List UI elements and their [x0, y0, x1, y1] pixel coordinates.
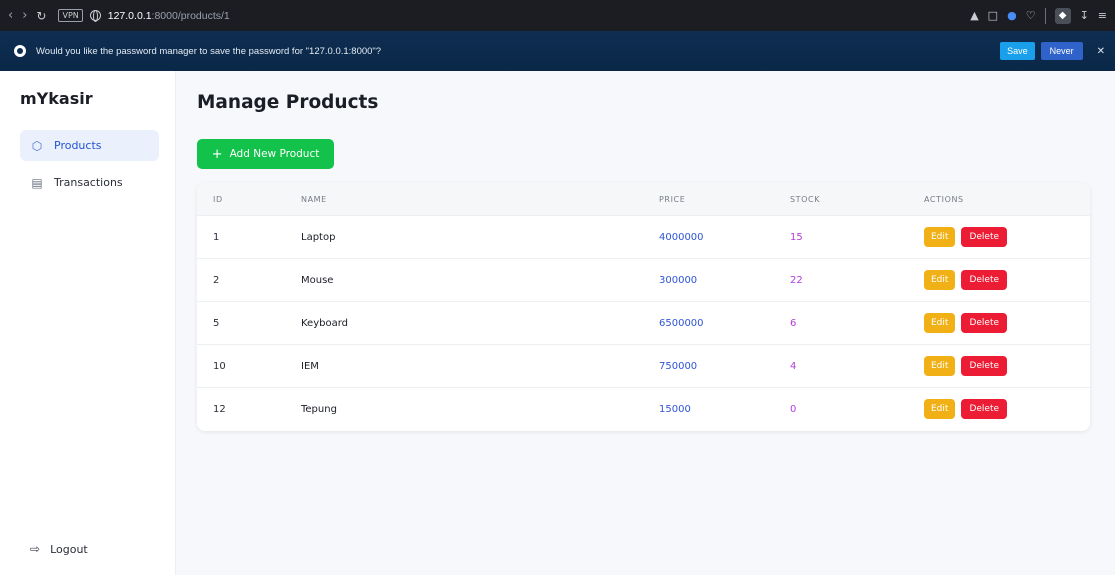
edit-button[interactable]: Edit — [924, 313, 956, 333]
edit-button[interactable]: Edit — [924, 356, 956, 376]
column-header-actions: ACTIONS — [924, 194, 964, 204]
add-product-label: Add New Product — [229, 148, 320, 160]
plus-icon: + — [211, 146, 223, 162]
password-prompt-actions: Save Never ✕ — [1000, 42, 1105, 60]
delete-button[interactable]: Delete — [961, 270, 1008, 290]
table-header: ID NAME PRICE STOCK ACTIONS — [197, 183, 1090, 215]
table-row: 2 Mouse 300000 22 Edit Delete — [197, 258, 1090, 301]
edit-button[interactable]: Edit — [924, 270, 956, 290]
receipt-icon: ▤ — [31, 175, 43, 190]
toolbar-divider — [1044, 7, 1046, 24]
cell-stock: 4 — [790, 360, 797, 372]
sidebar-item-label: Products — [54, 139, 102, 152]
url-host: 127.0.0.1 — [107, 9, 152, 22]
cell-stock: 15 — [790, 231, 803, 243]
pin-icon[interactable]: ▲ — [970, 10, 978, 21]
table-row: 12 Tepung 15000 0 Edit Delete — [197, 387, 1090, 430]
cell-actions: Edit Delete — [924, 388, 1090, 430]
cell-actions: Edit Delete — [924, 345, 1090, 387]
save-password-button[interactable]: Save — [1000, 42, 1035, 60]
cell-id: 1 — [213, 231, 220, 243]
browser-toolbar: ‹ › ↻ VPN 127.0.0.1:8000/products/1 ▲ □ … — [0, 0, 1115, 31]
cell-name: Mouse — [301, 274, 334, 286]
cell-actions: Edit Delete — [924, 259, 1090, 301]
sidebar-item-products[interactable]: ⬡ Products — [20, 130, 159, 161]
logout-icon: ⇨ — [30, 542, 41, 556]
cell-id: 10 — [213, 360, 226, 372]
cell-stock: 22 — [790, 274, 803, 286]
cell-id: 2 — [213, 274, 220, 286]
password-prompt-text: Would you like the password manager to s… — [36, 45, 382, 57]
cell-price: 6500000 — [659, 317, 704, 329]
cell-name: Tepung — [301, 403, 337, 415]
sidebar-item-label: Transactions — [54, 176, 123, 189]
password-manager-icon — [14, 45, 26, 57]
delete-button[interactable]: Delete — [961, 227, 1008, 247]
sidebar: mYkasir ⬡ Products ▤ Transactions ⇨ Logo… — [0, 71, 176, 575]
cell-actions: Edit Delete — [924, 302, 1090, 344]
site-info-icon[interactable] — [89, 10, 101, 22]
page-title: Manage Products — [197, 92, 379, 113]
tabs-icon[interactable]: □ — [988, 10, 998, 21]
cell-name: Keyboard — [301, 317, 349, 329]
shield-icon[interactable]: ● — [1007, 10, 1017, 21]
address-bar[interactable]: 127.0.0.1:8000/products/1 — [108, 10, 230, 22]
toolbar-icons: ▲ □ ● ♡ ◆ ↧ ≡ — [970, 7, 1107, 24]
delete-button[interactable]: Delete — [961, 399, 1008, 419]
sidebar-item-transactions[interactable]: ▤ Transactions — [20, 167, 159, 198]
cell-price: 300000 — [659, 274, 698, 286]
column-header-price[interactable]: PRICE — [659, 183, 790, 215]
url-path: :8000/products/1 — [151, 9, 230, 22]
column-header-stock[interactable]: STOCK — [790, 183, 924, 215]
logout-button[interactable]: ⇨ Logout — [20, 542, 88, 556]
table-row: 10 IEM 750000 4 Edit Delete — [197, 344, 1090, 387]
cell-actions: Edit Delete — [924, 216, 1090, 258]
column-header-id[interactable]: ID — [197, 183, 301, 215]
table-row: 1 Laptop 4000000 15 Edit Delete — [197, 215, 1090, 258]
close-icon[interactable]: ✕ — [1097, 46, 1105, 57]
box-icon: ⬡ — [31, 138, 43, 153]
cell-name: IEM — [301, 360, 319, 372]
cell-stock: 6 — [790, 317, 797, 329]
cell-price: 15000 — [659, 403, 691, 415]
password-save-prompt: Would you like the password manager to s… — [0, 31, 1115, 71]
logout-label: Logout — [50, 542, 88, 556]
add-product-button[interactable]: + Add New Product — [197, 139, 334, 169]
products-table: ID NAME PRICE STOCK ACTIONS 1 Laptop 400… — [197, 183, 1090, 431]
download-icon[interactable]: ↧ — [1080, 10, 1089, 21]
delete-button[interactable]: Delete — [961, 356, 1008, 376]
menu-icon[interactable]: ≡ — [1098, 10, 1107, 21]
vpn-badge[interactable]: VPN — [58, 9, 83, 22]
extension-icon[interactable]: ◆ — [1054, 7, 1071, 24]
delete-button[interactable]: Delete — [961, 313, 1008, 333]
reload-icon[interactable]: ↻ — [36, 10, 46, 22]
back-icon[interactable]: ‹ — [8, 9, 13, 22]
cell-id: 12 — [213, 403, 226, 415]
cell-id: 5 — [213, 317, 220, 329]
edit-button[interactable]: Edit — [924, 399, 956, 419]
app-logo[interactable]: mYkasir — [20, 89, 93, 108]
table-row: 5 Keyboard 6500000 6 Edit Delete — [197, 301, 1090, 344]
cell-stock: 0 — [790, 403, 797, 415]
heart-icon[interactable]: ♡ — [1026, 10, 1036, 21]
forward-icon[interactable]: › — [22, 9, 27, 22]
cell-name: Laptop — [301, 231, 336, 243]
never-save-button[interactable]: Never — [1040, 42, 1083, 60]
cell-price: 4000000 — [659, 231, 704, 243]
cell-price: 750000 — [659, 360, 698, 372]
edit-button[interactable]: Edit — [924, 227, 956, 247]
column-header-name[interactable]: NAME — [301, 183, 659, 215]
